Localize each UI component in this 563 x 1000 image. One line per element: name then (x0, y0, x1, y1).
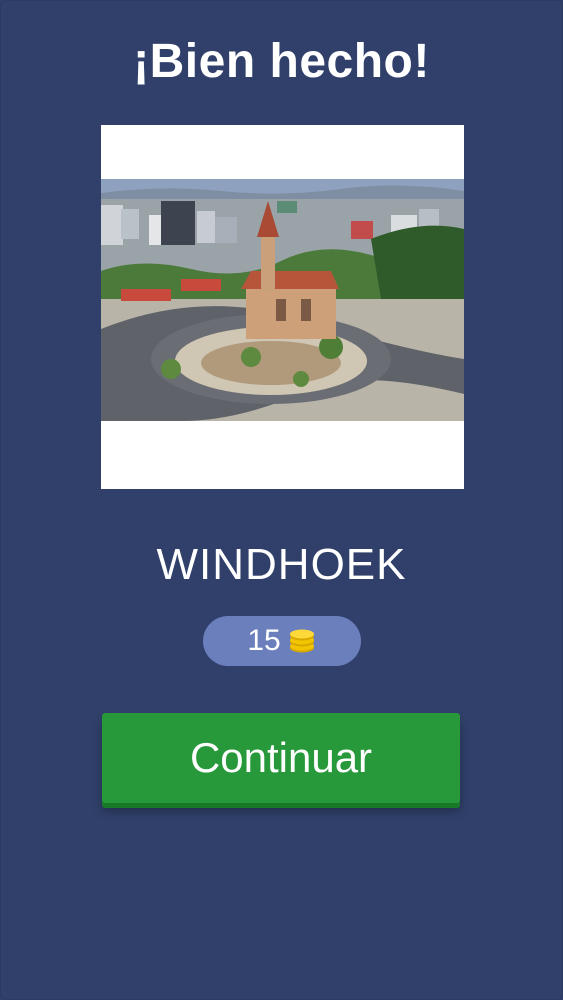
answer-text: WINDHOEK (156, 540, 407, 589)
city-photo (101, 179, 464, 421)
coins-badge: 15 (203, 616, 361, 666)
coins-value: 15 (247, 624, 281, 657)
photo-card (101, 125, 464, 489)
page-title: ¡Bien hecho! (133, 35, 430, 88)
continue-button[interactable]: Continuar (102, 713, 460, 803)
coin-stack-icon (287, 628, 317, 654)
